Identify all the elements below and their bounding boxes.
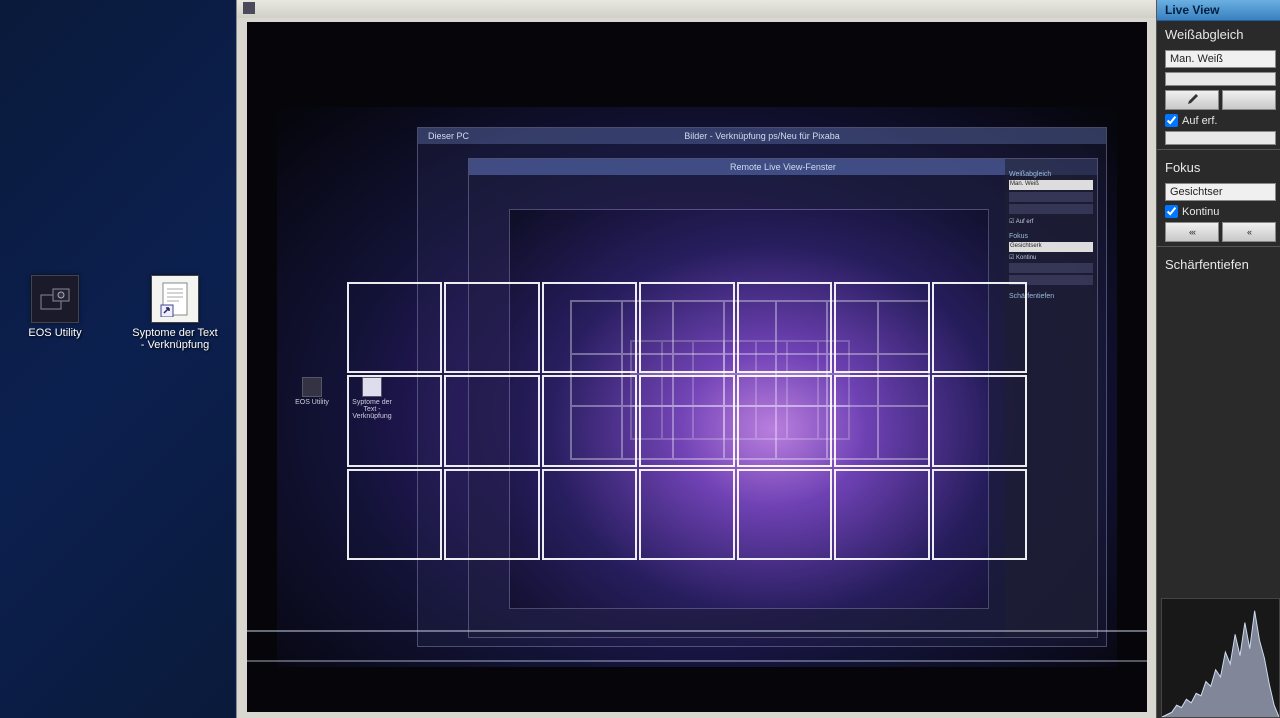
inner-wb-label: Weißabgleich <box>1009 171 1093 178</box>
inner-wb-mode: Man. Weiß <box>1009 180 1093 190</box>
checkbox-label: Auf erf. <box>1182 115 1217 127</box>
wb-shift-bar[interactable] <box>1165 131 1276 145</box>
desktop-icon-eos-utility[interactable]: EOS Utility <box>10 275 100 339</box>
apply-to-captured-checkbox[interactable]: Auf erf. <box>1165 114 1276 127</box>
histogram <box>1161 598 1280 718</box>
inner-live-view-window: Remote Live View-Fenster Weißabgleich Ma… <box>468 158 1098 638</box>
white-balance-mode-dropdown[interactable]: Man. Weiß <box>1165 50 1276 68</box>
desktop-icon-label: Syptome der Text - Verknüpfung <box>130 327 220 351</box>
inner-fokus-label: Fokus <box>1009 233 1093 240</box>
focus-far-large-button[interactable]: ‹‹‹ <box>1165 222 1219 242</box>
camera-app-icon <box>31 275 79 323</box>
desktop-icon-label: EOS Utility <box>10 327 100 339</box>
level-line <box>247 660 1147 662</box>
document-shortcut-icon <box>151 275 199 323</box>
checkbox-input[interactable] <box>1165 205 1178 218</box>
camera-feed-image: Dieser PC Bilder - Verknüpfung ps/Neu fü… <box>277 107 1117 667</box>
inner-kontinu-check: ☑ Kontinu <box>1009 254 1093 261</box>
inner-window-title: Remote Live View-Fenster <box>469 159 1097 175</box>
control-panel: Live View Weißabgleich Man. Weiß Auf erf… <box>1156 0 1280 718</box>
inner-schaerfe-label: Schärfentiefen <box>1009 293 1093 300</box>
inner-taskbar: Dieser PC Bilder - Verknüpfung ps/Neu fü… <box>418 128 1106 144</box>
inner-window-frame: Dieser PC Bilder - Verknüpfung ps/Neu fü… <box>417 127 1107 647</box>
desktop-background: EOS Utility Syptome der Text - Verknüpfu… <box>0 0 235 718</box>
inner-icon <box>362 377 382 397</box>
inner-auf-check: ☑ Auf erf <box>1009 218 1093 225</box>
checkbox-label: Kontinu <box>1182 206 1219 218</box>
separator <box>1157 149 1280 150</box>
inner-taskbar-mid: Bilder - Verknüpfung ps/Neu für Pixaba <box>684 131 840 141</box>
section-focus: Fokus <box>1157 154 1280 181</box>
inner-frame-2 <box>509 209 989 609</box>
live-view-viewport[interactable]: Dieser PC Bilder - Verknüpfung ps/Neu fü… <box>247 22 1147 712</box>
remote-live-view-window: Dieser PC Bilder - Verknüpfung ps/Neu fü… <box>236 0 1156 718</box>
checkbox-input[interactable] <box>1165 114 1178 127</box>
inner-row <box>1009 192 1093 202</box>
inner-gesicht: Gesichtserk <box>1009 242 1093 252</box>
focus-step-buttons: ‹‹‹ ‹‹ <box>1165 222 1276 242</box>
continuous-af-checkbox[interactable]: Kontinu <box>1165 205 1276 218</box>
focus-far-small-button[interactable]: ‹‹ <box>1222 222 1276 242</box>
window-system-icon <box>243 2 255 14</box>
wb-aux-button[interactable] <box>1222 90 1276 110</box>
inner-taskbar-left: Dieser PC <box>428 128 469 144</box>
section-depth-of-field: Schärfentiefen <box>1157 251 1280 278</box>
inner-icon-label: Syptome der Text - Verknüpfung <box>352 399 392 420</box>
desktop-icon-document-shortcut[interactable]: Syptome der Text - Verknüpfung <box>130 275 220 351</box>
inner-icon-label: EOS Utility <box>295 399 329 406</box>
white-balance-slider[interactable] <box>1165 72 1276 86</box>
inner-desktop-icon-doc: Syptome der Text - Verknüpfung <box>347 377 397 420</box>
window-titlebar[interactable] <box>237 0 1156 18</box>
inner-row <box>1009 204 1093 214</box>
inner-af-grid-deep <box>630 340 850 440</box>
eyedropper-button[interactable] <box>1165 90 1219 110</box>
inner-row <box>1009 275 1093 285</box>
tab-live-view[interactable]: Live View <box>1157 0 1280 21</box>
section-white-balance: Weißabgleich <box>1157 21 1280 48</box>
inner-desktop-icon-eos: EOS Utility <box>287 377 337 406</box>
histogram-graph-icon <box>1162 599 1279 717</box>
inner-icon <box>302 377 322 397</box>
focus-mode-dropdown[interactable]: Gesichtser <box>1165 183 1276 201</box>
inner-row <box>1009 263 1093 273</box>
inner-control-panel: Weißabgleich Man. Weiß ☑ Auf erf Fokus G… <box>1005 159 1097 637</box>
separator <box>1157 246 1280 247</box>
level-line <box>247 630 1147 632</box>
eyedropper-icon <box>1185 93 1199 107</box>
